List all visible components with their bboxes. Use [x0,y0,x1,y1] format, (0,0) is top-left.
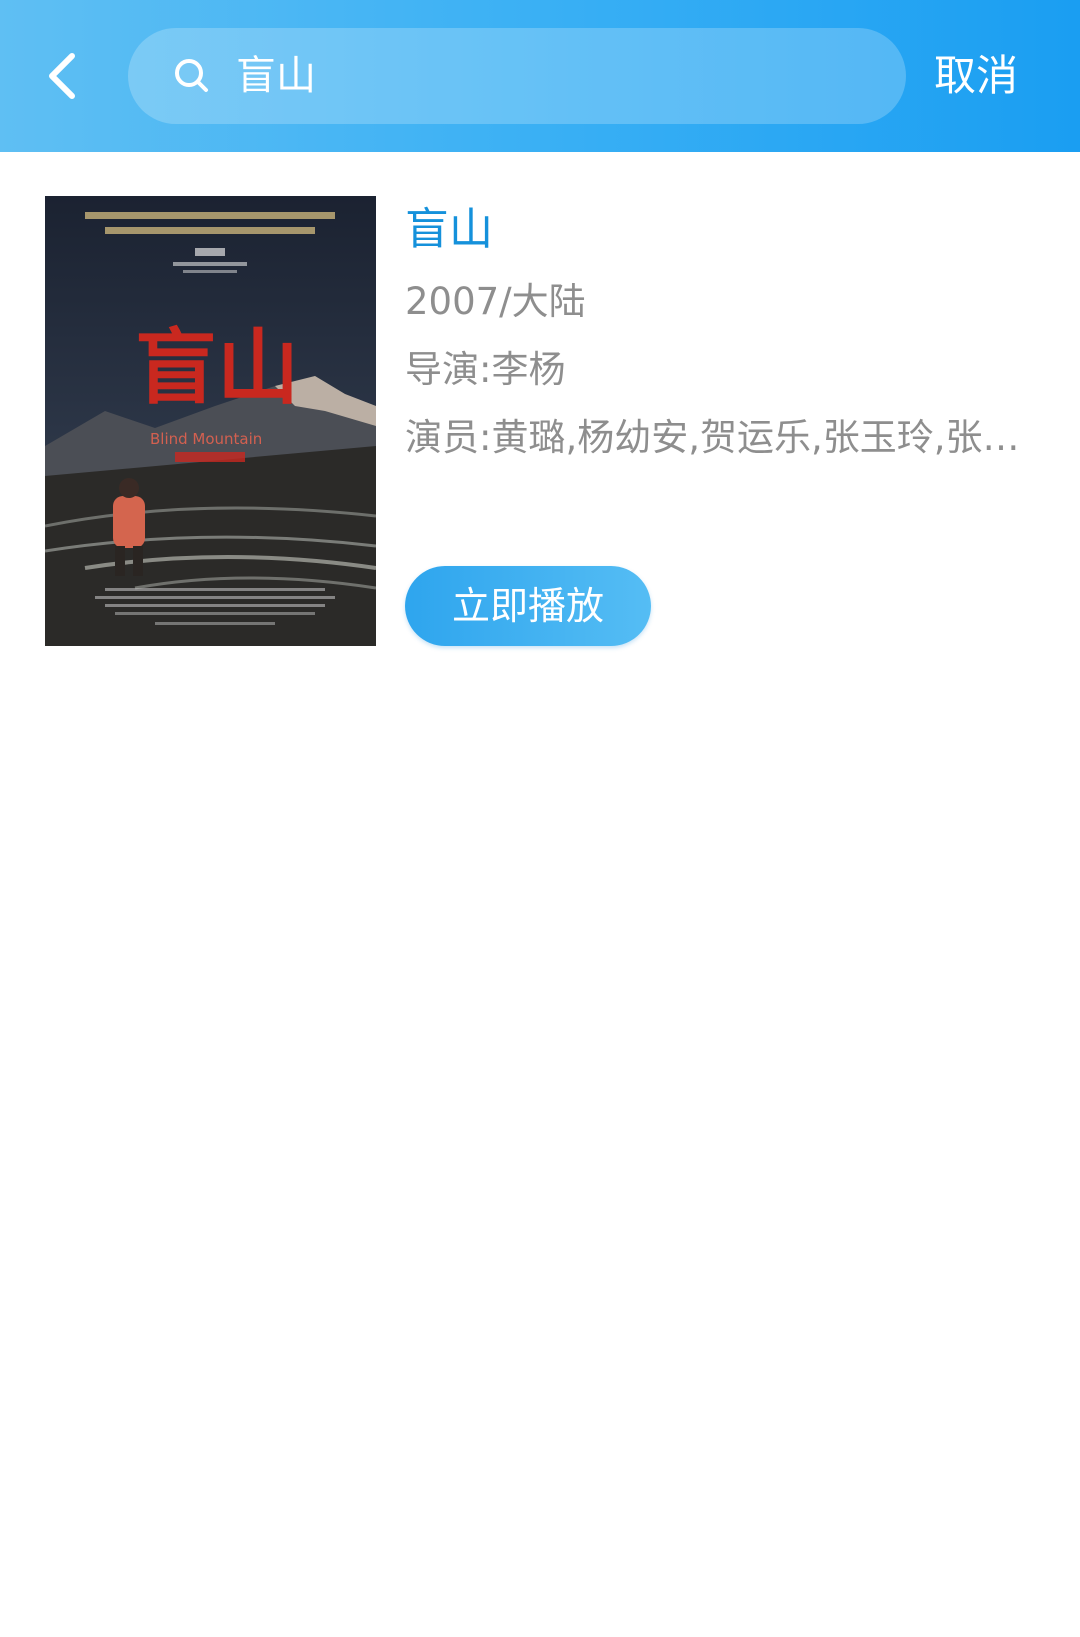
year-region: 2007/大陆 [405,280,586,323]
movie-poster[interactable]: 盲山 Blind Mountain [45,196,376,646]
cancel-button[interactable]: 取消 [934,40,1054,112]
play-now-button[interactable]: 立即播放 [405,566,651,646]
movie-title[interactable]: 盲山 [405,202,493,258]
top-bar: 盲山 取消 [0,0,1080,152]
poster-title: 盲山 [135,320,299,416]
back-button[interactable] [30,40,94,112]
chevron-left-icon [49,53,75,99]
poster-english-title: Blind Mountain [150,430,262,448]
director: 导演:李杨 [405,348,566,391]
search-bar[interactable]: 盲山 [128,28,906,124]
poster-image: 盲山 Blind Mountain [45,196,376,646]
search-input[interactable]: 盲山 [236,28,876,124]
search-icon [175,59,208,92]
actors: 演员:黄璐,杨幼安,贺运乐,张玉玲,张… [405,416,1020,459]
